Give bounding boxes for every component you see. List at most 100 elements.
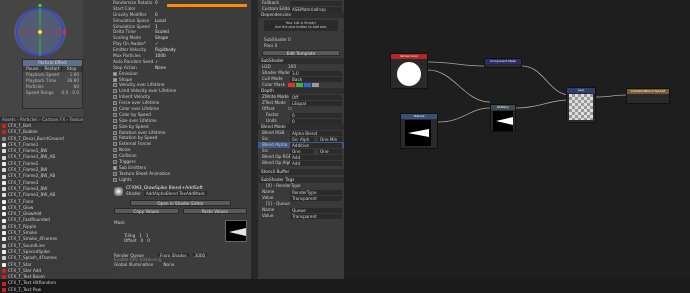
texture-icon <box>2 143 6 148</box>
texture-icon <box>2 130 6 135</box>
src-alpha-dropdown[interactable]: One <box>290 148 314 154</box>
tag-value-label: Value <box>262 213 274 218</box>
vertex-color-node[interactable]: Vertex Color <box>390 53 428 89</box>
zwrite-dropdown[interactable]: Off <box>290 94 342 100</box>
texture-icon <box>2 281 6 286</box>
texture-icon <box>2 206 6 210</box>
module-checkbox[interactable] <box>113 171 117 176</box>
fallback-field[interactable] <box>290 0 342 6</box>
texture-icon <box>2 174 6 179</box>
node-title: Component Mask <box>485 59 521 64</box>
material-preview-icon <box>114 186 123 196</box>
texture-icon <box>2 262 6 267</box>
blend-rgb-dropdown[interactable]: Alpha Blend <box>290 130 342 136</box>
particle-effect-panel: Particle Effect Pause Restart Stop Playb… <box>22 59 83 109</box>
node-title: Multiply <box>491 105 515 110</box>
module-checkbox[interactable] <box>113 142 117 147</box>
node-title: AddAlphaBlend TexAdd <box>627 89 669 94</box>
module-checkbox[interactable] <box>113 101 117 106</box>
factor-value[interactable]: 0 <box>290 112 342 118</box>
texture-icon <box>2 161 6 166</box>
shader-properties-panel: Fallback Custom Editor ASEMaterialInsp De… <box>258 0 344 279</box>
units-value[interactable]: 0 <box>290 118 342 124</box>
offset-toggle[interactable]: ☐ <box>288 106 292 112</box>
src-dropdown[interactable]: Src Alph <box>290 136 314 142</box>
module-checkbox[interactable] <box>113 77 117 82</box>
wire-layer <box>427 61 627 123</box>
asset-name: CFX_T_Text Pow <box>8 286 42 292</box>
offset-label: Offset <box>124 238 137 243</box>
texture-icon <box>2 155 6 160</box>
main-module-props: Randomize Rotatio 0 Start Color Gravity Mod… <box>83 0 251 71</box>
open-shader-editor-button[interactable]: Open in Shader Editor <box>130 200 231 206</box>
lerp-preview <box>569 94 593 120</box>
node-graph-canvas[interactable]: Vertex Color Component Mask Multiply Tex… <box>344 0 690 279</box>
multiply-node[interactable]: Multiply <box>490 104 516 132</box>
offset-x[interactable]: 0 <box>141 238 144 243</box>
texture-icon <box>2 212 6 217</box>
blend-op-rgb-dropdown[interactable]: Add <box>290 154 342 160</box>
property-value[interactable]: None <box>155 65 251 71</box>
dst-alpha-dropdown[interactable]: One <box>318 148 342 154</box>
texture-preview <box>405 120 431 146</box>
blend-alpha-dropdown[interactable]: Additive <box>290 142 342 148</box>
dep-note-2: Use the plus button to add one. <box>274 25 328 29</box>
texture-icon <box>2 224 6 229</box>
module-checkbox[interactable] <box>113 148 117 153</box>
module-checkbox[interactable] <box>113 112 117 117</box>
module-checkbox[interactable] <box>113 107 117 112</box>
mask-texture-slot[interactable] <box>225 220 247 242</box>
render-queue-mode[interactable]: From Shader <box>158 253 189 258</box>
texture-node[interactable]: Texture <box>400 113 438 149</box>
module-checkbox[interactable] <box>113 124 117 129</box>
module-checkbox[interactable] <box>113 71 117 76</box>
module-checkbox[interactable] <box>113 154 117 159</box>
module-checkbox[interactable] <box>113 136 117 141</box>
module-checkbox[interactable] <box>113 89 117 94</box>
texture-icon <box>2 256 6 261</box>
color-mask-toggles[interactable] <box>288 82 319 88</box>
multiply-preview <box>493 111 513 131</box>
asset-item[interactable]: CFX_T_Text Pow <box>0 287 110 293</box>
texture-icon <box>2 250 6 255</box>
texture-icon <box>2 237 6 242</box>
output-node[interactable]: AddAlphaBlend TexAdd <box>626 88 670 104</box>
render-queue-value[interactable]: 3000 <box>192 253 208 258</box>
panel-divider[interactable] <box>251 0 258 279</box>
module-checkbox[interactable] <box>113 83 117 88</box>
start-color-swatch[interactable] <box>167 4 247 7</box>
blend-op-alpha-dropdown[interactable]: Add <box>290 160 342 166</box>
module-checkbox[interactable] <box>113 130 117 135</box>
tag-0-name[interactable]: RenderType <box>290 189 342 195</box>
shader-dropdown[interactable]: AddAlphaBlend TexAddMask <box>143 191 207 196</box>
scene-view[interactable]: Particle Effect Pause Restart Stop Playb… <box>0 0 83 117</box>
shader-label: Shader <box>126 191 141 196</box>
gi-row: Global Illumination None <box>110 262 251 267</box>
shader-model-dropdown[interactable]: 3.0 <box>290 70 342 76</box>
lerp-node[interactable]: Lerp <box>566 87 596 123</box>
stencil-header[interactable]: Stencil Buffer <box>258 169 344 175</box>
edit-template-button[interactable]: Edit Template <box>262 50 340 56</box>
pass-label: Pass 0 <box>264 43 278 48</box>
module-checkbox[interactable] <box>113 118 117 123</box>
module-property[interactable]: Stop Action None <box>83 65 251 71</box>
texture-icon <box>2 187 6 192</box>
ztest-dropdown[interactable]: LEqual <box>290 100 342 106</box>
node-title: Lerp <box>567 88 595 93</box>
dependencies-header[interactable]: Dependencies <box>258 12 344 18</box>
tag-0-value[interactable]: Transparent <box>290 195 342 201</box>
gi-value[interactable]: None <box>163 262 174 267</box>
dst-dropdown[interactable]: One Min <box>318 136 342 142</box>
mask-property: Mask Tiling 1 1 Offset 0 0 <box>110 214 251 250</box>
component-mask-node[interactable]: Component Mask <box>484 58 522 68</box>
texture-icon <box>2 287 6 292</box>
tag-1-name[interactable]: Queue <box>290 207 342 213</box>
cull-mode-dropdown[interactable]: Back <box>290 76 342 82</box>
offset-y[interactable]: 0 <box>147 238 150 243</box>
module-checkbox[interactable] <box>113 160 117 165</box>
custom-editor-field[interactable]: ASEMaterialInsp <box>290 6 342 12</box>
tag-1-value[interactable]: Transparent <box>290 213 342 219</box>
module-checkbox[interactable] <box>113 95 117 100</box>
render-queue-label: Render Queue <box>114 253 144 258</box>
module-checkbox[interactable] <box>113 165 117 170</box>
